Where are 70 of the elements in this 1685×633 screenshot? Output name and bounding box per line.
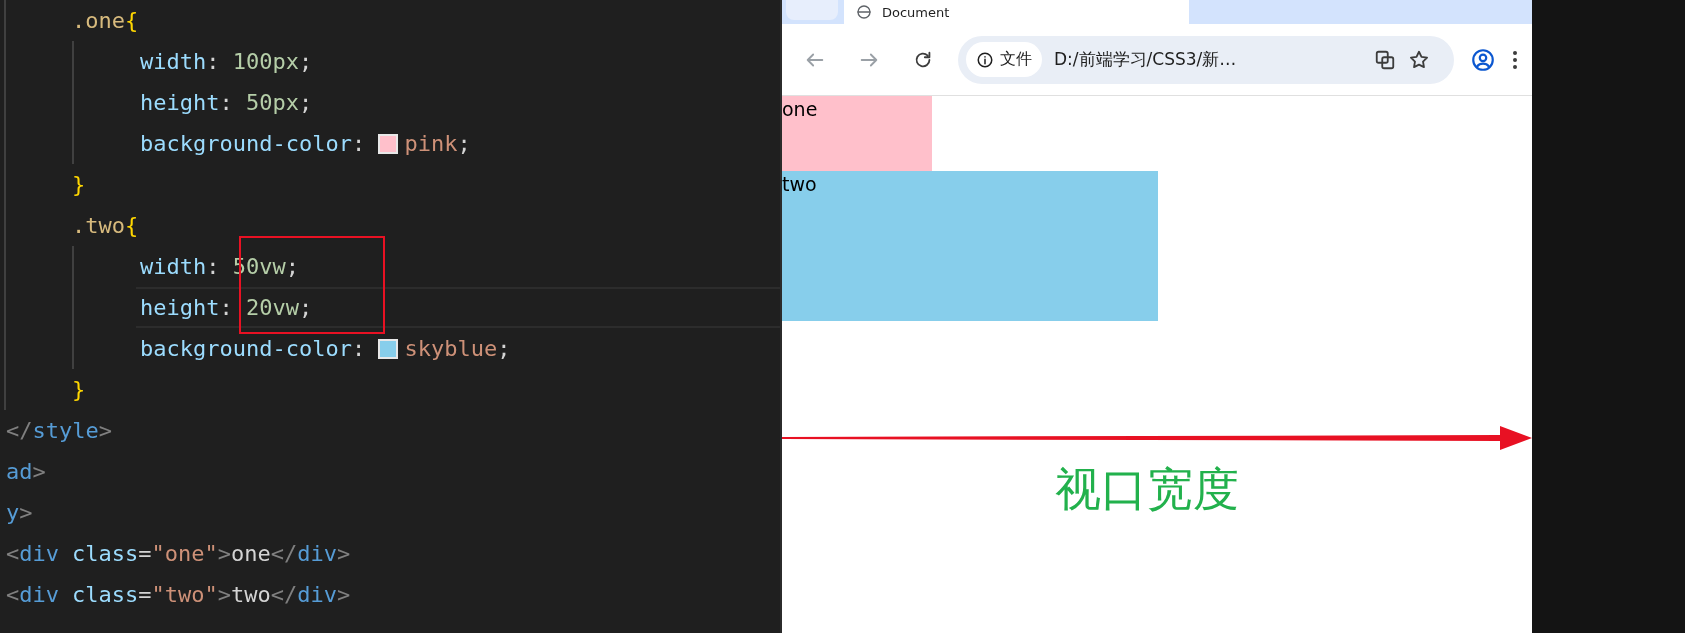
code-token: pink — [404, 130, 458, 158]
address-bar[interactable]: 文件 D:/前端学习/CSS3/新… — [958, 35, 1454, 84]
code-token: : — [219, 294, 234, 322]
code-token: } — [72, 171, 86, 199]
tab-title: Document — [882, 4, 950, 20]
code-token: div — [297, 581, 337, 609]
code-token: ; — [497, 335, 511, 363]
code-token: : — [351, 335, 367, 363]
browser-tab[interactable]: Document — [844, 0, 1189, 24]
code-token: < — [6, 540, 20, 568]
code-token: class — [72, 581, 139, 609]
code-token: ; — [457, 130, 471, 158]
code-token: .one — [72, 7, 125, 35]
code-token: : — [206, 48, 221, 76]
code-token: = — [138, 540, 152, 568]
url-text: D:/前端学习/CSS3/新… — [1054, 48, 1238, 71]
code-token: height — [140, 294, 220, 322]
code-token: y — [6, 499, 20, 527]
code-token: > — [336, 540, 351, 568]
code-token: one — [230, 540, 271, 568]
code-token: ad — [6, 458, 33, 486]
caption-text: 视口宽度 — [1054, 461, 1240, 518]
code-token: > — [32, 458, 46, 486]
code-token: { — [125, 7, 139, 35]
box-label: two — [782, 173, 817, 195]
code-token: </ — [270, 540, 298, 568]
code-token: > — [98, 417, 112, 445]
code-token: 100px — [232, 48, 299, 76]
translate-icon — [1374, 48, 1396, 71]
code-token: < — [6, 581, 20, 609]
code-token: ; — [298, 89, 313, 117]
code-token: "one" — [151, 540, 218, 568]
code-token: = — [138, 581, 152, 609]
code-token: ; — [298, 294, 313, 322]
site-info-chip[interactable]: 文件 — [966, 42, 1042, 77]
code-token: > — [19, 499, 33, 527]
code-token: background-color — [140, 335, 352, 363]
profile-icon — [1470, 46, 1496, 73]
code-token: .two — [72, 212, 125, 240]
code-token: { — [125, 212, 139, 240]
code-token: > — [336, 581, 351, 609]
code-token: : — [206, 253, 221, 281]
code-token: : — [351, 130, 367, 158]
code-token: "two" — [151, 581, 218, 609]
code-token: background-color — [140, 130, 352, 158]
globe-icon — [856, 4, 872, 20]
menu-icon — [1512, 49, 1518, 70]
code-token: div — [19, 540, 59, 568]
code-token: two — [230, 581, 271, 609]
code-token: 20vw — [246, 294, 299, 322]
code-token: </ — [6, 417, 33, 445]
code-token: </ — [270, 581, 298, 609]
code-token: ; — [298, 48, 313, 76]
code-token: width — [140, 253, 207, 281]
code-token: skyblue — [404, 335, 498, 363]
code-token: ; — [285, 253, 299, 281]
code-token: } — [72, 376, 86, 404]
code-token: style — [32, 417, 99, 445]
code-token: div — [19, 581, 59, 609]
box-label: one — [782, 98, 818, 120]
code-token: height — [140, 89, 220, 117]
code-token: class — [72, 540, 139, 568]
code-token: > — [217, 540, 231, 568]
code-token: width — [140, 48, 207, 76]
star-icon — [1408, 48, 1430, 71]
code-token: div — [297, 540, 337, 568]
code-token: > — [217, 581, 231, 609]
info-icon — [976, 50, 994, 69]
code-token: 50px — [246, 89, 299, 117]
code-token: : — [219, 89, 234, 117]
